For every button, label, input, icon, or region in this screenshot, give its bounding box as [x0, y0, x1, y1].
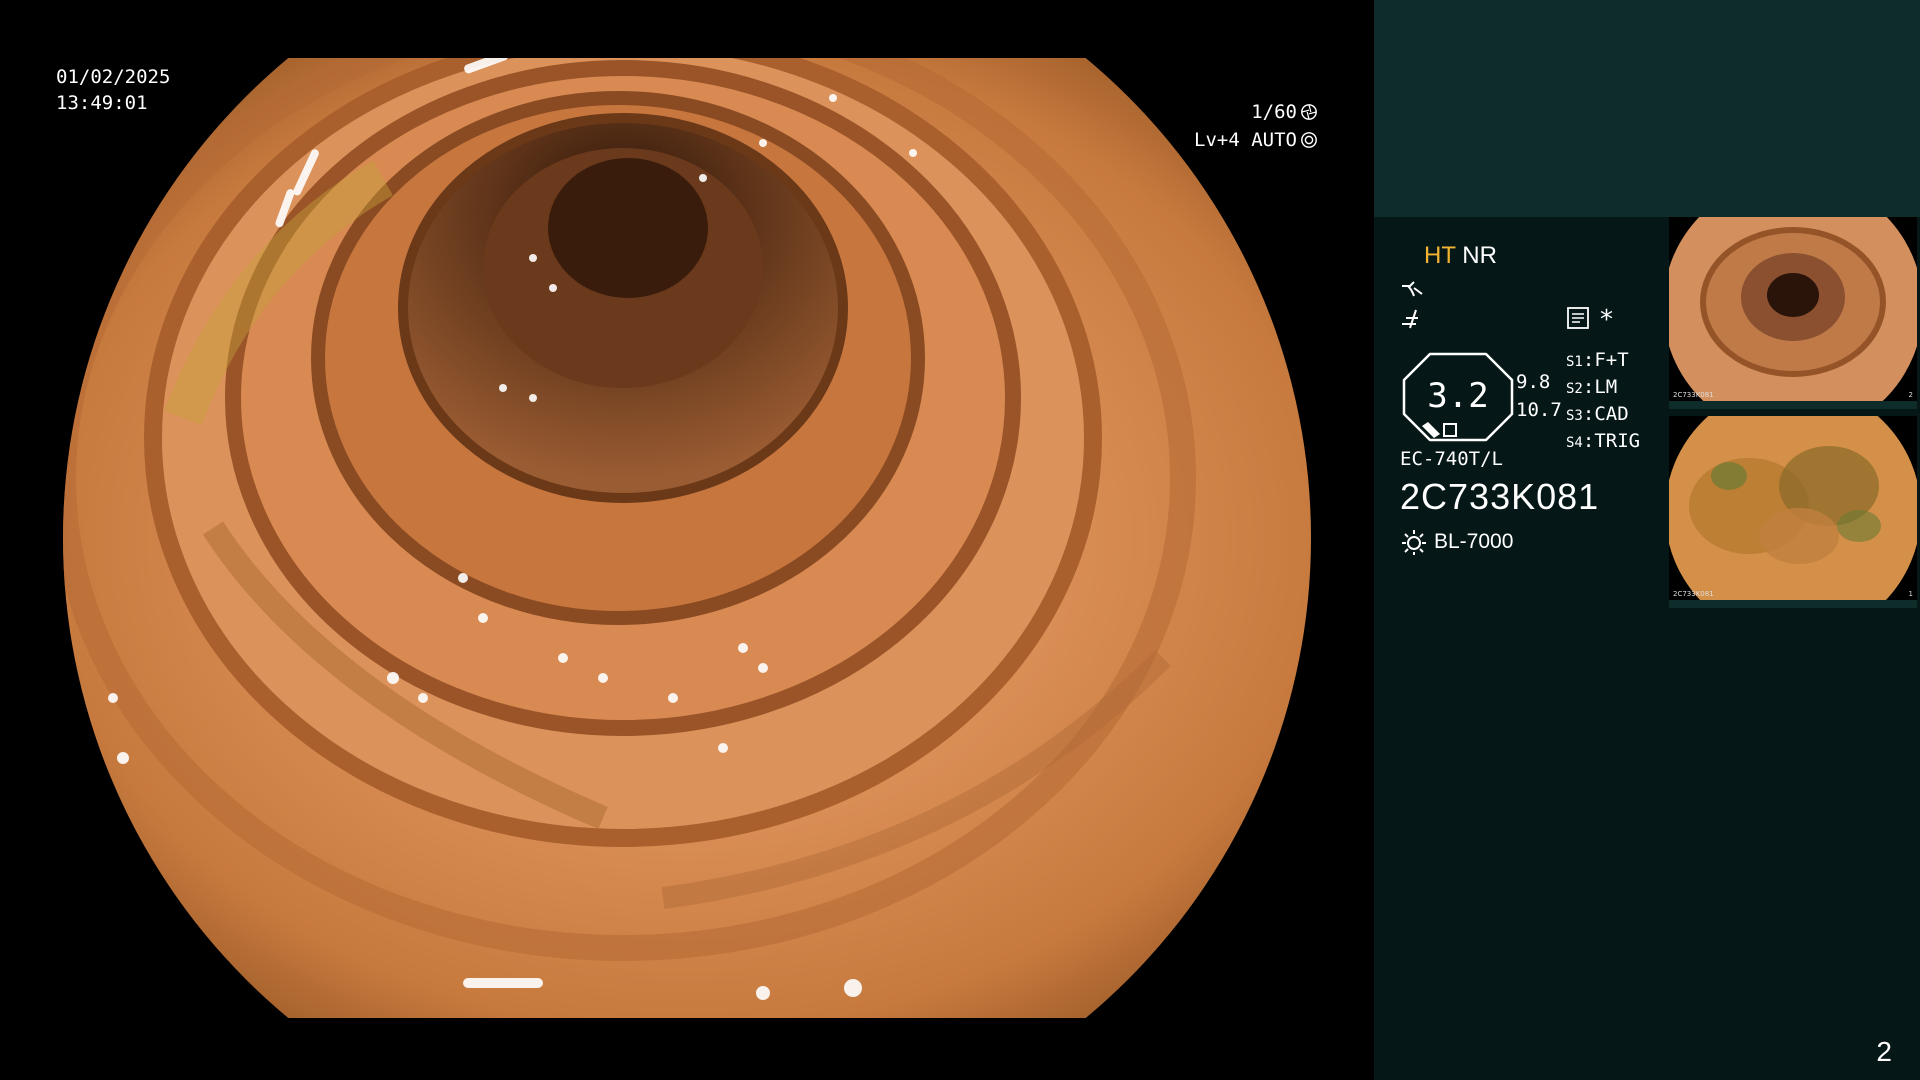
date-readout: 01/02/2025 — [56, 66, 171, 88]
thumbnail-2-index: 1 — [1908, 590, 1913, 598]
thumbnail-1-label: 2C733K081 — [1673, 391, 1714, 399]
gauge-subvalues: 9.8 10.7 — [1516, 368, 1562, 424]
shutter-readout: 1/60 Lv+4 AUTO — [1194, 98, 1318, 154]
thumbnail-2[interactable]: 2C733K081 1 — [1669, 416, 1917, 608]
gauge-value: 3.2 — [1427, 376, 1489, 416]
page-number: 2 — [1876, 1036, 1892, 1067]
marker-star: * — [1600, 305, 1613, 335]
setting-s4: S4:TRIG — [1566, 430, 1641, 452]
thumbnail-1-bar — [1669, 401, 1917, 409]
thumbnail-1[interactable]: 2C733K081 2 — [1669, 217, 1917, 409]
shutter-icon — [1301, 104, 1317, 120]
light-source-label: BL-7000 — [1434, 530, 1514, 553]
gauge-sub-top: 9.8 — [1516, 371, 1551, 393]
setting-s2: S2:LM — [1566, 376, 1618, 398]
thumbnail-2-bar — [1669, 600, 1917, 608]
thumbnail-2-image — [1669, 416, 1917, 608]
iris-icon — [1301, 132, 1317, 148]
gauge-sub-bottom: 10.7 — [1516, 399, 1562, 421]
image-mode-primary: HT — [1424, 242, 1456, 269]
shutter-speed: 1/60 — [1251, 101, 1297, 123]
light-source-icon — [1402, 530, 1426, 555]
scope-serial: 2C733K081 — [1400, 476, 1600, 517]
endoscopy-view — [63, 58, 1311, 1018]
filter-icon — [1402, 309, 1418, 329]
setting-s1: S1:F+T — [1566, 349, 1629, 371]
top-panel — [1374, 0, 1920, 217]
scope-model: EC-740T/L — [1400, 448, 1503, 470]
thumbnail-1-index: 2 — [1908, 391, 1913, 399]
exposure-mode: Lv+4 AUTO — [1194, 129, 1297, 151]
thumbnail-1-image — [1669, 217, 1917, 409]
setting-s3: S3:CAD — [1566, 403, 1629, 425]
time-readout: 13:49:01 — [56, 92, 148, 114]
timestamp: 01/02/2025 13:49:01 — [56, 64, 170, 116]
image-mode: HT NR — [1424, 242, 1497, 270]
thumbnail-2-label: 2C733K081 — [1673, 590, 1714, 598]
switch-settings: S1:F+T S2:LM S3:CAD S4:TRIG — [1566, 348, 1640, 456]
memo-icon — [1567, 307, 1589, 329]
enhance-curve-icon — [1402, 281, 1423, 297]
light-source: BL-7000 — [1400, 528, 1513, 556]
gauge: 3.2 — [1400, 350, 1516, 444]
image-mode-secondary: NR — [1462, 242, 1497, 269]
